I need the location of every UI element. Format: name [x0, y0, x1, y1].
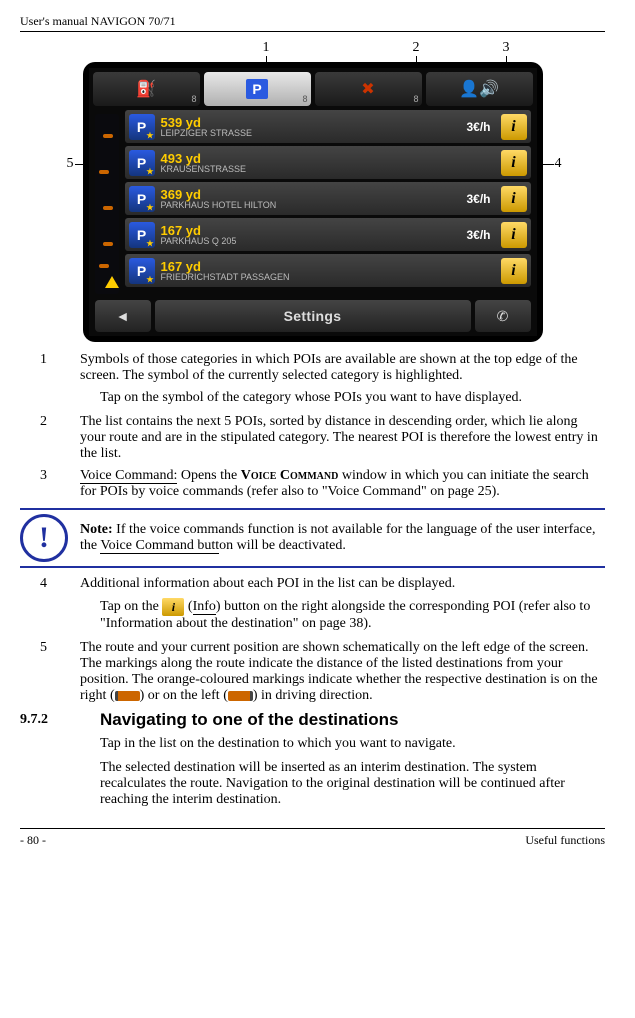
desc-num-3: 3: [20, 468, 80, 500]
desc-text-4b: Tap on the i (Info) button on the right …: [60, 598, 605, 632]
tab-fuel[interactable]: ⛽8: [93, 72, 200, 106]
callout-5: 5: [67, 156, 74, 172]
poi-list: P 539 ydLEIPZIGER STRASSE 3€/h i P 493 y…: [119, 110, 537, 287]
desc-num-5: 5: [20, 640, 80, 704]
poi-row[interactable]: P 167 ydFRIEDRICHSTADT PASSAGEN i: [125, 254, 531, 287]
current-position-icon: [105, 276, 119, 288]
footer-section: Useful functions: [525, 833, 605, 848]
note-box: ! Note: If the voice commands function i…: [20, 508, 605, 568]
poi-row[interactable]: P 539 ydLEIPZIGER STRASSE 3€/h i: [125, 110, 531, 143]
page-footer: - 80 - Useful functions: [20, 828, 605, 848]
desc-num-4: 4: [20, 576, 80, 592]
info-button[interactable]: i: [501, 222, 527, 248]
desc-num-2: 2: [20, 414, 80, 462]
settings-button[interactable]: Settings: [155, 300, 471, 332]
info-button[interactable]: i: [501, 186, 527, 212]
tab-parking[interactable]: P8: [204, 72, 311, 106]
desc-text-3: Voice Command: Opens the Voice Command w…: [80, 468, 605, 500]
route-mark-left-icon: [228, 691, 253, 701]
info-button[interactable]: i: [501, 258, 527, 284]
parking-icon: P: [129, 258, 155, 284]
tab-voice-command[interactable]: 👤🔊: [426, 72, 533, 106]
desc-num-1: 1: [20, 352, 80, 384]
parking-icon: P: [129, 150, 155, 176]
route-strip: [95, 114, 119, 294]
info-button[interactable]: i: [501, 114, 527, 140]
call-button[interactable]: ✆: [475, 300, 531, 332]
section-title: Navigating to one of the destinations: [100, 710, 398, 730]
category-tabs: ⛽8 P8 ✖8 👤🔊: [89, 68, 537, 110]
note-icon: !: [20, 514, 68, 562]
tab-restaurant[interactable]: ✖8: [315, 72, 422, 106]
device-screenshot: 1 2 3 4 5 ⛽8 P8 ✖8 👤🔊: [63, 44, 563, 344]
route-mark-right-icon: [115, 691, 140, 701]
footer-page-number: - 80 -: [20, 833, 46, 848]
callout-4: 4: [555, 156, 562, 172]
info-icon: i: [162, 598, 184, 616]
back-button[interactable]: ◄: [95, 300, 151, 332]
section-p2: The selected destination will be inserte…: [60, 760, 605, 808]
desc-text-2: The list contains the next 5 POIs, sorte…: [80, 414, 605, 462]
desc-text-4: Additional information about each POI in…: [80, 576, 605, 592]
desc-text-5: The route and your current position are …: [80, 640, 605, 704]
callout-3: 3: [503, 40, 510, 56]
desc-text-1b: Tap on the symbol of the category whose …: [60, 390, 605, 406]
info-button[interactable]: i: [501, 150, 527, 176]
parking-icon: P: [129, 222, 155, 248]
section-p1: Tap in the list on the destination to wh…: [60, 736, 605, 752]
callout-1: 1: [263, 40, 270, 56]
poi-row[interactable]: P 493 ydKRAUSENSTRASSE i: [125, 146, 531, 179]
description-list: 1 Symbols of those categories in which P…: [20, 352, 605, 500]
poi-row[interactable]: P 167 ydPARKHAUS Q 205 3€/h i: [125, 218, 531, 251]
parking-icon: P: [129, 186, 155, 212]
desc-text-1: Symbols of those categories in which POI…: [80, 352, 605, 384]
note-text: Note: If the voice commands function is …: [80, 522, 605, 554]
callout-2: 2: [413, 40, 420, 56]
poi-row[interactable]: P 369 ydPARKHAUS HOTEL HILTON 3€/h i: [125, 182, 531, 215]
page-header: User's manual NAVIGON 70/71: [20, 10, 605, 32]
section-number: 9.7.2: [20, 712, 100, 736]
parking-icon: P: [129, 114, 155, 140]
